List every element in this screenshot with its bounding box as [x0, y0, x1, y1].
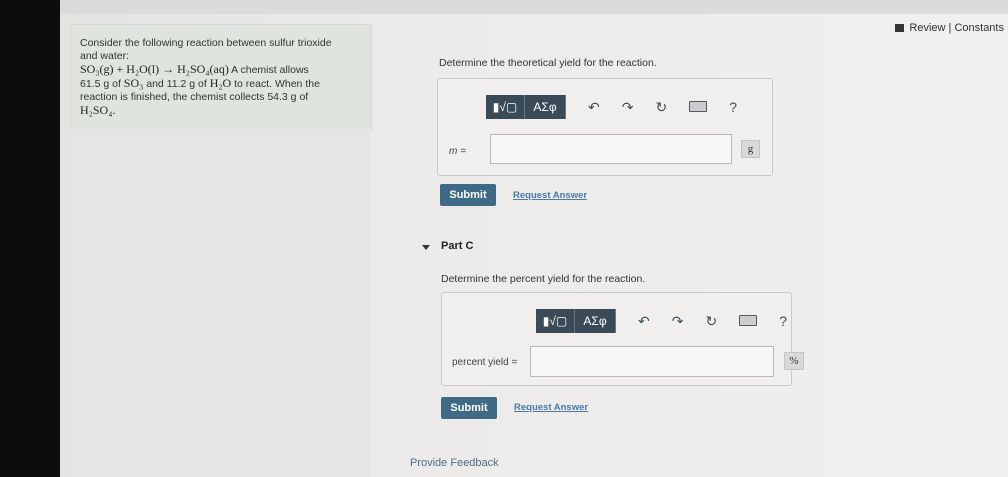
- part-c-prompt: Determine the percent yield for the reac…: [441, 273, 646, 285]
- keyboard-icon[interactable]: [689, 99, 708, 115]
- redo-icon[interactable]: ↷: [622, 99, 634, 116]
- problem-line-3: SO₃(g) + H₂O(l) → H₂SO₄(aq) A chemist al…: [80, 63, 365, 77]
- browser-screen: Review | Constants Consider the followin…: [60, 0, 1008, 477]
- undo-icon[interactable]: ↶: [588, 99, 600, 116]
- part-b-prompt: Determine the theoretical yield for the …: [439, 57, 657, 69]
- left-column: [70, 129, 370, 477]
- part-c-request-answer-link[interactable]: Request Answer: [514, 402, 588, 413]
- part-c-title[interactable]: Part C: [441, 240, 473, 252]
- part-c-toolbar: ▮√▢ ΑΣφ ↶ ↷ ↻ ?: [536, 309, 787, 333]
- review-icon: [895, 24, 905, 32]
- templates-button[interactable]: ▮√▢: [486, 95, 525, 119]
- product-formula: H₂SO₄.: [80, 103, 116, 117]
- part-c-unit: %: [784, 352, 804, 370]
- reaction-equation: SO₃(g) + H₂O(l) → H₂SO₄(aq): [80, 62, 229, 76]
- reset-icon[interactable]: ↻: [655, 99, 667, 116]
- greek-symbols-button[interactable]: ΑΣφ: [575, 309, 616, 333]
- collapse-caret-icon[interactable]: [422, 245, 430, 250]
- help-icon[interactable]: ?: [729, 99, 737, 115]
- problem-line-3-text: A chemist allows: [228, 64, 309, 76]
- part-c-percent-input[interactable]: [530, 346, 774, 377]
- templates-button[interactable]: ▮√▢: [536, 309, 575, 333]
- problem-line-5: reaction is finished, the chemist collec…: [80, 91, 309, 103]
- review-constants-label: Review | Constants: [909, 22, 1004, 34]
- top-bar: [60, 0, 1008, 14]
- h2o-formula: H₂O: [209, 76, 232, 90]
- part-b-request-answer-link[interactable]: Request Answer: [513, 190, 587, 201]
- provide-feedback-link[interactable]: Provide Feedback: [410, 457, 499, 469]
- greek-symbols-button[interactable]: ΑΣφ: [525, 95, 566, 119]
- react-text: to react. When the: [231, 78, 320, 90]
- part-c-field-label: percent yield =: [452, 357, 518, 368]
- reset-icon[interactable]: ↻: [705, 313, 717, 330]
- help-icon[interactable]: ?: [779, 313, 787, 329]
- part-b-toolbar: ▮√▢ ΑΣφ ↶ ↷ ↻ ?: [486, 95, 737, 119]
- part-c-submit-button[interactable]: Submit: [441, 397, 497, 419]
- problem-line-4: 61.5 g of SO₃ and 11.2 g of H₂O to react…: [80, 77, 365, 91]
- part-b-mass-input[interactable]: [490, 134, 732, 164]
- problem-line-1: Consider the following reaction between …: [80, 37, 332, 49]
- mass-so3-text: 61.5 g of: [80, 78, 124, 90]
- keyboard-icon[interactable]: [739, 313, 758, 329]
- undo-icon[interactable]: ↶: [638, 313, 650, 330]
- review-constants-link[interactable]: Review | Constants: [895, 22, 1004, 34]
- part-b-submit-button[interactable]: Submit: [440, 184, 496, 206]
- part-b-field-label: m =: [449, 146, 466, 157]
- mass-h2o-text: and 11.2 g of: [143, 78, 210, 90]
- redo-icon[interactable]: ↷: [672, 313, 684, 330]
- problem-statement: Consider the following reaction between …: [80, 37, 365, 117]
- part-b-unit: g: [741, 140, 760, 158]
- so3-formula: SO₃: [123, 76, 144, 90]
